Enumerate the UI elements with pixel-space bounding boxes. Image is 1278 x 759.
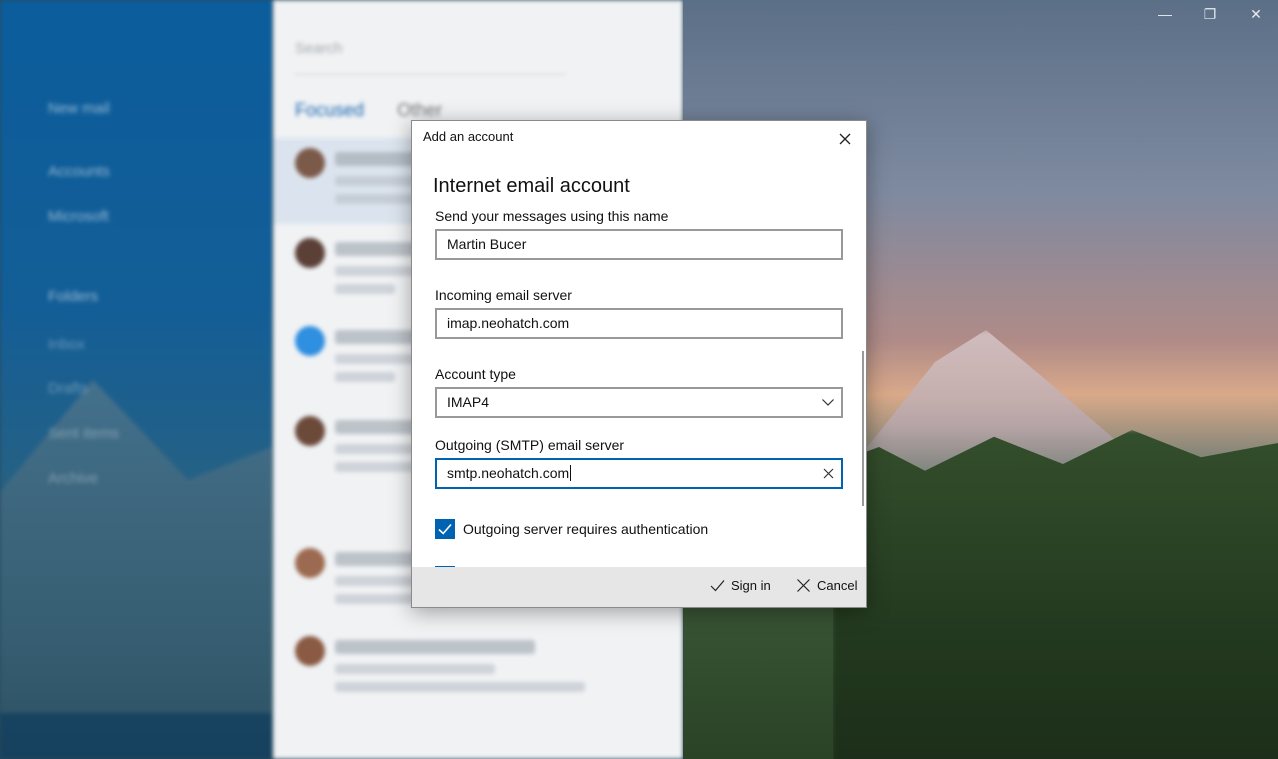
outgoing-server-field[interactable]: smtp.neohatch.com <box>435 458 843 489</box>
sign-in-label: Sign in <box>731 578 771 593</box>
wallpaper-forest <box>833 430 1278 759</box>
nav-inbox: Inbox <box>48 336 85 353</box>
dialog-scrollbar[interactable] <box>862 351 864 506</box>
minimize-icon[interactable]: — <box>1150 6 1180 22</box>
add-account-dialog: Add an account Internet email account Se… <box>411 120 867 608</box>
sidebar-bottom-bar <box>0 713 273 759</box>
auth-checkbox-label: Outgoing server requires authentication <box>463 521 709 537</box>
text-caret <box>570 465 572 481</box>
close-icon <box>839 133 851 145</box>
nav-archive: Archive <box>48 470 99 487</box>
nav-new-mail: New mail <box>48 100 110 117</box>
chevron-down-icon <box>822 399 834 406</box>
cancel-button[interactable]: Cancel <box>796 578 857 593</box>
incoming-server-field[interactable]: imap.neohatch.com <box>435 308 843 339</box>
name-value: Martin Bucer <box>447 236 527 252</box>
focused-tabs-background: Focused Other <box>295 100 442 121</box>
name-label: Send your messages using this name <box>435 208 669 224</box>
avatar <box>295 548 325 578</box>
nav-sent: Sent items <box>48 425 119 442</box>
search-box-background: Search <box>295 40 565 75</box>
incoming-server-label: Incoming email server <box>435 287 572 303</box>
account-type-select[interactable]: IMAP4 <box>435 387 843 418</box>
name-field[interactable]: Martin Bucer <box>435 229 843 260</box>
close-icon <box>797 579 810 592</box>
outgoing-server-value: smtp.neohatch.com <box>447 465 570 481</box>
nav-folders: Folders <box>48 288 99 305</box>
cancel-label: Cancel <box>817 578 858 593</box>
tab-other: Other <box>397 100 443 120</box>
sign-in-button[interactable]: Sign in <box>710 578 771 593</box>
dialog-title: Add an account <box>423 129 514 144</box>
sidebar-wallpaper <box>0 380 273 759</box>
avatar <box>295 148 325 178</box>
avatar <box>295 326 325 356</box>
tab-focused: Focused <box>295 100 365 120</box>
clear-icon[interactable] <box>822 467 835 480</box>
account-type-label: Account type <box>435 366 516 382</box>
window-close-icon[interactable]: ✕ <box>1241 6 1271 23</box>
checkmark-icon <box>710 580 725 592</box>
account-type-value: IMAP4 <box>447 394 490 410</box>
auth-checkbox[interactable] <box>435 519 455 539</box>
nav-account-microsoft: Microsoft <box>48 208 109 225</box>
mail-sidebar-background: New mail Accounts Microsoft Folders Inbo… <box>0 0 273 759</box>
outgoing-server-label: Outgoing (SMTP) email server <box>435 437 625 453</box>
avatar <box>295 238 325 268</box>
dialog-close-button[interactable] <box>834 128 856 150</box>
dialog-footer: Sign in Cancel <box>412 567 866 607</box>
checkmark-icon <box>438 523 452 535</box>
restore-icon[interactable]: ❐ <box>1195 6 1225 23</box>
avatar <box>295 636 325 666</box>
incoming-server-value: imap.neohatch.com <box>447 315 570 331</box>
dialog-heading: Internet email account <box>433 175 630 197</box>
nav-drafts: Drafts <box>48 380 89 397</box>
avatar <box>295 416 325 446</box>
nav-accounts: Accounts <box>48 163 110 180</box>
